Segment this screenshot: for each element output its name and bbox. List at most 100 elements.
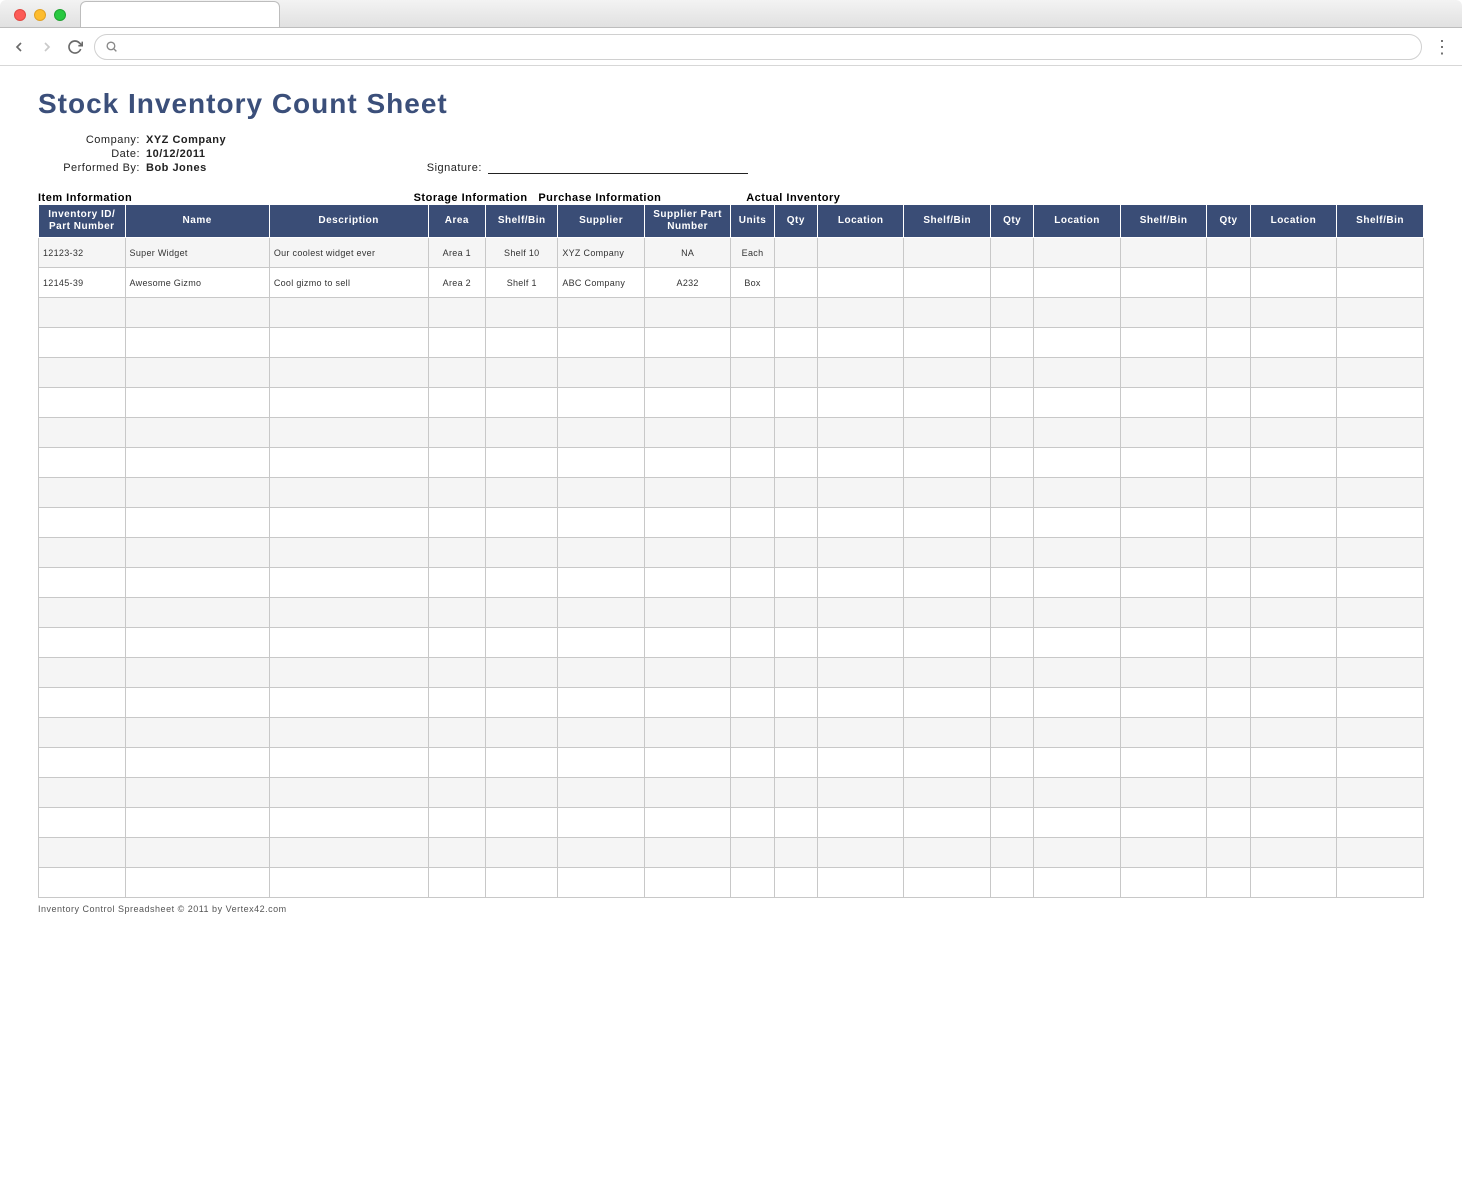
cell[interactable]	[428, 298, 486, 328]
cell[interactable]	[904, 748, 991, 778]
cell[interactable]	[644, 808, 731, 838]
cell[interactable]	[644, 328, 731, 358]
cell[interactable]	[1120, 298, 1207, 328]
cell[interactable]	[1120, 748, 1207, 778]
cell[interactable]	[39, 688, 126, 718]
cell[interactable]	[1207, 478, 1250, 508]
cell[interactable]	[904, 808, 991, 838]
cell[interactable]	[1250, 478, 1337, 508]
cell[interactable]	[1250, 688, 1337, 718]
cell[interactable]	[991, 358, 1034, 388]
back-button[interactable]	[10, 38, 28, 56]
cell[interactable]	[991, 268, 1034, 298]
cell[interactable]	[558, 778, 645, 808]
cell[interactable]	[731, 598, 774, 628]
cell[interactable]	[644, 748, 731, 778]
cell[interactable]	[39, 658, 126, 688]
cell[interactable]	[558, 328, 645, 358]
cell[interactable]	[731, 718, 774, 748]
cell[interactable]	[486, 478, 558, 508]
cell[interactable]	[991, 448, 1034, 478]
cell[interactable]	[644, 388, 731, 418]
cell[interactable]	[269, 598, 428, 628]
cell[interactable]	[644, 718, 731, 748]
cell[interactable]	[904, 478, 991, 508]
cell[interactable]	[125, 478, 269, 508]
cell[interactable]	[817, 838, 904, 868]
cell[interactable]	[269, 808, 428, 838]
cell[interactable]	[774, 808, 817, 838]
cell[interactable]	[817, 508, 904, 538]
cell[interactable]	[1337, 718, 1424, 748]
cell[interactable]	[1250, 808, 1337, 838]
cell[interactable]	[1034, 748, 1121, 778]
cell[interactable]	[774, 748, 817, 778]
cell[interactable]	[644, 358, 731, 388]
cell[interactable]	[774, 658, 817, 688]
cell[interactable]	[774, 298, 817, 328]
cell[interactable]	[731, 628, 774, 658]
cell[interactable]	[1120, 778, 1207, 808]
cell[interactable]	[558, 748, 645, 778]
maximize-window-button[interactable]	[54, 9, 66, 21]
cell[interactable]	[1034, 658, 1121, 688]
cell[interactable]	[1207, 628, 1250, 658]
cell[interactable]	[125, 388, 269, 418]
cell[interactable]	[428, 658, 486, 688]
cell[interactable]	[1250, 628, 1337, 658]
cell[interactable]	[904, 538, 991, 568]
cell[interactable]	[731, 658, 774, 688]
cell[interactable]	[991, 628, 1034, 658]
cell[interactable]	[558, 658, 645, 688]
cell[interactable]	[817, 448, 904, 478]
cell[interactable]: XYZ Company	[558, 238, 645, 268]
cell[interactable]	[125, 838, 269, 868]
cell[interactable]	[486, 358, 558, 388]
cell[interactable]	[644, 568, 731, 598]
cell[interactable]	[817, 688, 904, 718]
cell[interactable]	[817, 598, 904, 628]
cell[interactable]	[817, 388, 904, 418]
cell[interactable]	[1034, 478, 1121, 508]
cell[interactable]	[904, 388, 991, 418]
cell[interactable]	[39, 358, 126, 388]
cell[interactable]	[1207, 328, 1250, 358]
cell[interactable]	[269, 568, 428, 598]
cell[interactable]	[125, 568, 269, 598]
cell[interactable]	[428, 418, 486, 448]
cell[interactable]	[39, 298, 126, 328]
cell[interactable]	[269, 508, 428, 538]
cell[interactable]	[125, 598, 269, 628]
cell[interactable]	[1034, 718, 1121, 748]
cell[interactable]	[817, 298, 904, 328]
close-window-button[interactable]	[14, 9, 26, 21]
cell[interactable]	[904, 268, 991, 298]
cell[interactable]	[774, 268, 817, 298]
cell[interactable]	[558, 508, 645, 538]
cell[interactable]	[125, 328, 269, 358]
cell[interactable]	[1207, 598, 1250, 628]
cell[interactable]	[774, 388, 817, 418]
cell[interactable]	[1337, 688, 1424, 718]
cell[interactable]	[1207, 388, 1250, 418]
cell[interactable]	[904, 418, 991, 448]
cell[interactable]	[731, 778, 774, 808]
cell[interactable]	[39, 778, 126, 808]
cell[interactable]	[269, 868, 428, 898]
minimize-window-button[interactable]	[34, 9, 46, 21]
cell[interactable]	[644, 298, 731, 328]
cell[interactable]	[1034, 808, 1121, 838]
cell[interactable]	[774, 358, 817, 388]
cell[interactable]	[428, 568, 486, 598]
cell[interactable]	[428, 748, 486, 778]
cell[interactable]	[1120, 268, 1207, 298]
cell[interactable]	[125, 688, 269, 718]
cell[interactable]	[1034, 268, 1121, 298]
cell[interactable]	[1034, 508, 1121, 538]
cell[interactable]	[731, 868, 774, 898]
cell[interactable]	[269, 448, 428, 478]
cell[interactable]	[1337, 598, 1424, 628]
cell[interactable]	[644, 778, 731, 808]
cell[interactable]	[904, 598, 991, 628]
cell[interactable]	[1250, 568, 1337, 598]
